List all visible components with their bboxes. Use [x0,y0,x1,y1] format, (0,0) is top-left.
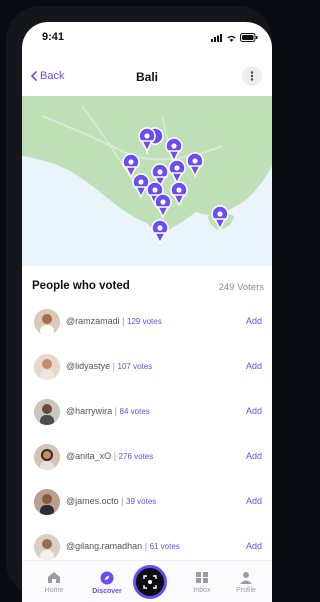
vote-count: 61 votes [149,542,180,551]
profile-icon [240,572,252,584]
tab-label: Inbox [193,587,211,594]
list-item[interactable]: @lidyastye | 107 votes Add [22,347,272,387]
bali-map [22,96,272,266]
voter-info: @james.octo | 39 votes [66,496,157,506]
scan-icon [143,575,157,589]
tab-label: Profile [236,587,256,594]
vote-count: 129 votes [127,317,162,326]
page-title: Bali [135,70,158,84]
tab-inbox[interactable]: Inbox [182,571,222,594]
vote-count: 39 votes [126,497,157,506]
tab-discover[interactable]: Discover [87,571,127,595]
home-icon [48,572,60,583]
voter-info: @harrywira | 84 votes [66,406,150,416]
add-button[interactable]: Add [246,451,262,461]
voter-handle: @harrywira [66,406,113,416]
avatar [34,399,60,425]
vote-count: 84 votes [119,407,150,416]
voters-count: 249 Voters [218,282,264,293]
tab-profile[interactable]: Profile [226,571,266,594]
wifi-icon [227,35,236,42]
compass-icon [100,571,114,585]
signal-icon [211,33,222,42]
voter-handle: @ramzamadi [66,316,120,326]
avatar [34,444,60,470]
list-item[interactable]: @anita_xO | 276 votes Add [22,437,272,477]
voter-info: @lidyastye | 107 votes [66,361,153,371]
voters-heading: People who voted [32,280,130,292]
voter-handle: @anita_xO [66,451,112,461]
add-button[interactable]: Add [246,316,262,326]
voter-info: @anita_xO | 276 votes [66,451,154,461]
voter-handle: @james.octo [66,496,119,506]
tab-home[interactable]: Home [34,571,74,594]
more-options-button[interactable] [242,66,262,86]
list-item[interactable]: @harrywira | 84 votes Add [22,392,272,432]
map-view[interactable] [22,96,272,266]
vote-count: 276 votes [118,452,154,461]
app-screen: 9:41 Back Bali People who voted 249 Vote… [22,22,272,602]
avatar [34,534,60,560]
more-vertical-icon [250,71,254,81]
add-button[interactable]: Add [246,541,262,551]
voter-info: @gilang.ramadhan | 61 votes [66,541,180,551]
inbox-icon [196,572,208,583]
tab-label: Home [44,587,64,594]
list-item[interactable]: @james.octo | 39 votes Add [22,482,272,522]
add-button[interactable]: Add [246,496,262,506]
status-time: 9:41 [42,31,65,43]
voter-info: @ramzamadi | 129 votes [66,316,162,326]
voter-handle: @gilang.ramadhan [66,541,143,551]
tab-label: Discover [92,588,122,595]
add-button[interactable]: Add [246,406,262,416]
avatar [34,309,60,335]
phone-frame: 9:41 Back Bali People who voted 249 Vote… [6,6,272,602]
nav-bar: Back Bali [22,60,272,96]
avatar [34,354,60,380]
add-button[interactable]: Add [246,361,262,371]
system-icons [211,33,258,42]
battery-icon [240,33,258,42]
list-item[interactable]: @ramzamadi | 129 votes Add [22,302,272,342]
status-bar: 9:41 [22,22,272,56]
avatar [34,489,60,515]
voter-handle: @lidyastye [66,361,111,371]
scan-button[interactable] [133,565,167,599]
vote-count: 107 votes [117,362,153,371]
voters-sheet: People who voted 249 Voters @ramzamadi |… [22,266,272,566]
